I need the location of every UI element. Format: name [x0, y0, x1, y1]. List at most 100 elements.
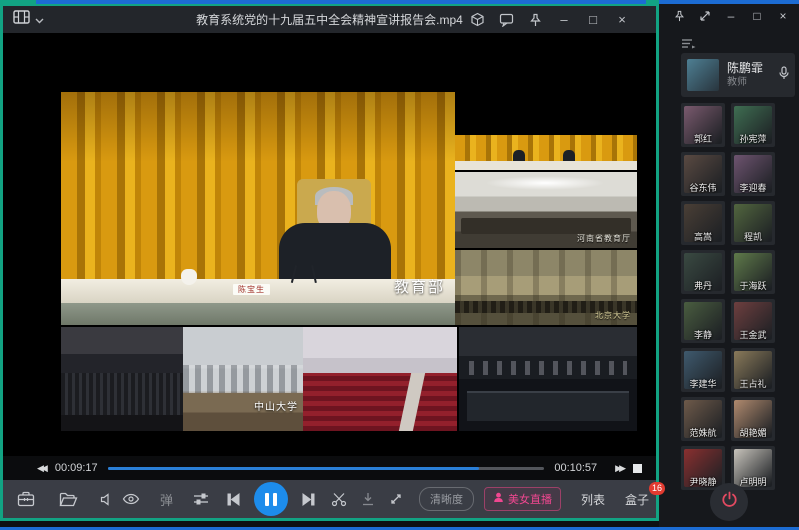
next-icon[interactable] — [302, 493, 315, 506]
box-badge: 16 — [649, 482, 665, 495]
panel-maximize-button[interactable]: □ — [749, 8, 765, 24]
participant-name: 弗丹 — [681, 279, 725, 292]
player-titlebar: 教育系统党的十九届五中全会精神宣讲报告会.mp4 – □ × — [3, 6, 656, 33]
seek-bar[interactable] — [108, 467, 545, 470]
panel-titlebar: – □ × — [671, 8, 791, 24]
host-avatar — [687, 59, 719, 91]
participant-grid: 郭红 孙宪萍 谷东伟 李迎春 高嵩 程凯 弗丹 于海跃 李静 王金武 李建华 — [681, 103, 781, 490]
toolbox-icon[interactable] — [17, 491, 35, 507]
participant-tile[interactable]: 范姝航 — [681, 397, 725, 441]
volume-icon[interactable] — [100, 493, 114, 506]
venue-label-zhongshan: 中山大学 — [254, 398, 298, 413]
live-girl-icon — [493, 492, 504, 506]
participant-name: 高嵩 — [681, 230, 725, 243]
participant-tile[interactable]: 孙宪萍 — [731, 103, 775, 147]
beauty-live-button[interactable]: 美女直播 — [484, 487, 561, 511]
participant-name: 王金武 — [731, 328, 775, 341]
participant-name: 孙宪萍 — [731, 132, 775, 145]
chevron-down-icon — [35, 11, 44, 29]
participant-tile[interactable]: 李静 — [681, 299, 725, 343]
feedback-icon[interactable] — [496, 10, 516, 30]
player-border-corner-right — [646, 0, 659, 4]
speaker-figure — [269, 185, 399, 281]
pause-button[interactable] — [254, 482, 288, 516]
stop-button[interactable] — [633, 464, 642, 473]
window-frame-top — [0, 0, 799, 4]
progress-fill — [108, 467, 479, 470]
open-file-icon[interactable] — [59, 492, 78, 507]
video-feed-zhongshan: 中山大学 — [183, 327, 303, 431]
video-feed-stage — [455, 135, 637, 170]
fast-forward-icon[interactable]: ▶▶ — [615, 464, 623, 473]
maximize-button[interactable]: □ — [583, 10, 603, 30]
video-feed-auditorium — [303, 327, 457, 431]
participant-tile[interactable]: 王金武 — [731, 299, 775, 343]
panel-close-button[interactable]: × — [775, 8, 791, 24]
progress-row: ◀◀ 00:09:17 00:10:57 ▶▶ — [3, 456, 656, 480]
player-border-corner-left — [0, 0, 36, 4]
panel-minimize-button[interactable]: – — [723, 8, 739, 24]
preview-eye-icon[interactable] — [122, 493, 140, 505]
participant-name: 胡艳媚 — [731, 426, 775, 439]
participant-tile[interactable]: 李迎春 — [731, 152, 775, 196]
participant-tile[interactable]: 高嵩 — [681, 201, 725, 245]
video-feed-ministry: 陈宝生 教育部 — [61, 92, 455, 325]
danmaku-toggle[interactable]: 弹 — [160, 490, 173, 509]
video-feed-peking: 北京大学 — [455, 250, 637, 325]
clip-scissors-icon[interactable] — [331, 492, 347, 507]
participant-tile[interactable]: 谷东伟 — [681, 152, 725, 196]
host-card[interactable]: 陈鹏霏 教师 — [681, 53, 795, 97]
quality-button[interactable]: 清晰度 — [419, 487, 474, 511]
player-window: 教育系统党的十九届五中全会精神宣讲报告会.mp4 – □ × 陈宝生 — [0, 3, 659, 521]
video-canvas[interactable]: 陈宝生 教育部 河南省教育厅 北京大学 中山大学 — [3, 33, 656, 456]
total-duration: 00:10:57 — [554, 462, 597, 474]
participant-name: 李迎春 — [731, 181, 775, 194]
minimize-button[interactable]: – — [554, 10, 574, 30]
venue-label-henan: 河南省教育厅 — [577, 233, 631, 244]
participant-tile[interactable]: 弗丹 — [681, 250, 725, 294]
participant-name: 李静 — [681, 328, 725, 341]
fullscreen-icon[interactable] — [389, 492, 403, 506]
settings-sliders-icon[interactable] — [193, 492, 209, 506]
host-name: 陈鹏霏 — [727, 61, 779, 76]
control-bar: 弹 清晰度 美女直播 列表 盒子 16 — [3, 480, 656, 518]
participant-tile[interactable]: 程凯 — [731, 201, 775, 245]
host-role: 教师 — [727, 76, 779, 89]
participant-name: 郭红 — [681, 132, 725, 145]
participant-name: 范姝航 — [681, 426, 725, 439]
participant-name: 于海跃 — [731, 279, 775, 292]
participant-name: 王占礼 — [731, 377, 775, 390]
video-feed-hall-2 — [459, 327, 637, 431]
panel-collapse-icon[interactable] — [697, 8, 713, 24]
participant-tile[interactable]: 于海跃 — [731, 250, 775, 294]
power-icon — [721, 491, 738, 513]
panel-list-menu-icon[interactable] — [681, 36, 697, 54]
close-button[interactable]: × — [612, 10, 632, 30]
participant-tile[interactable]: 王占礼 — [731, 348, 775, 392]
player-logo-icon — [13, 10, 30, 29]
speaker-nameplate: 陈宝生 — [233, 284, 270, 295]
download-icon[interactable] — [361, 492, 375, 506]
end-meeting-button[interactable] — [710, 483, 748, 521]
participant-tile[interactable]: 李建华 — [681, 348, 725, 392]
microphone-icon[interactable] — [779, 66, 789, 85]
participant-name: 程凯 — [731, 230, 775, 243]
panel-pin-icon[interactable] — [671, 8, 687, 24]
participant-name: 谷东伟 — [681, 181, 725, 194]
player-menu-button[interactable] — [13, 10, 44, 29]
pin-icon[interactable] — [525, 10, 545, 30]
participant-tile[interactable]: 郭红 — [681, 103, 725, 147]
rewind-icon[interactable]: ◀◀ — [37, 464, 45, 473]
video-feed-henan: 河南省教育厅 — [455, 172, 637, 248]
participant-panel: – □ × 陈鹏霏 教师 郭红 孙宪萍 谷东伟 李迎春 高嵩 — [659, 4, 799, 527]
video-feed-hall-1 — [61, 327, 183, 431]
previous-icon[interactable] — [227, 493, 240, 506]
participant-name: 李建华 — [681, 377, 725, 390]
mini-mode-icon[interactable] — [467, 10, 487, 30]
venue-label-peking: 北京大学 — [595, 310, 631, 321]
participant-tile[interactable]: 胡艳媚 — [731, 397, 775, 441]
elapsed-time: 00:09:17 — [55, 462, 98, 474]
venue-label-ministry: 教育部 — [394, 276, 445, 297]
playlist-button[interactable]: 列表 — [581, 491, 605, 508]
box-button[interactable]: 盒子 16 — [625, 491, 649, 508]
